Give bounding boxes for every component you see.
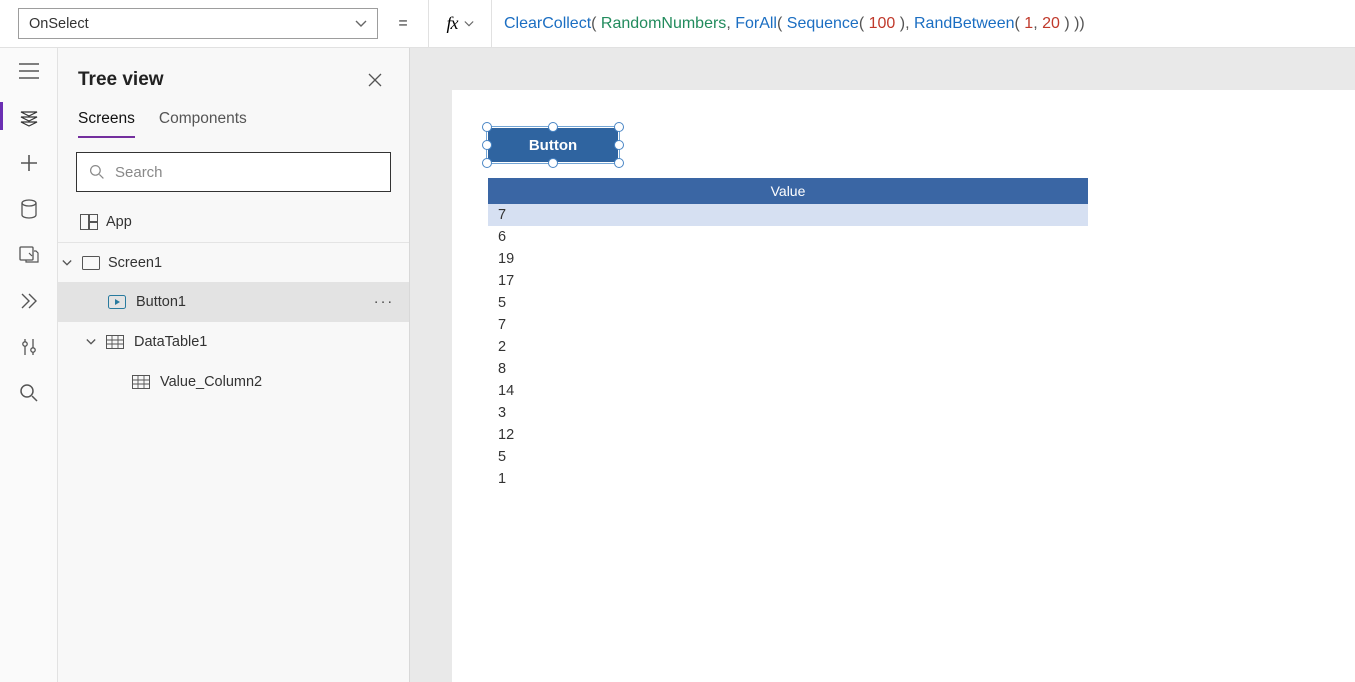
formula-token: , [726, 15, 735, 33]
left-rail [0, 48, 58, 682]
tree-node-button1[interactable]: Button1 ··· [58, 282, 409, 322]
formula-token: ( [777, 15, 787, 33]
tree-nodes: App Screen1 Button1 ··· [58, 202, 409, 682]
column-icon [130, 375, 152, 389]
resize-handle[interactable] [614, 122, 624, 132]
table-header[interactable]: Value [488, 178, 1088, 204]
more-icon[interactable]: ··· [371, 294, 397, 310]
tree-tabs: Screens Components [58, 100, 409, 138]
table-row[interactable]: 14 [488, 380, 1088, 402]
tree-title: Tree view [78, 69, 361, 91]
formula-token: , [1033, 15, 1042, 33]
formula-token: , [905, 15, 914, 33]
formula-token: ClearCollect [504, 15, 591, 33]
tab-components[interactable]: Components [159, 110, 247, 138]
tree-node-screen1[interactable]: Screen1 [58, 242, 409, 282]
chevron-down-icon[interactable] [62, 258, 80, 268]
search-input[interactable] [115, 164, 378, 181]
button-control[interactable]: Button [488, 128, 618, 162]
tree-node-value-column[interactable]: Value_Column2 [58, 362, 409, 402]
tree-node-label: Screen1 [108, 255, 162, 271]
formula-token: ) )) [1060, 15, 1085, 33]
formula-token: ( [591, 15, 601, 33]
table-row[interactable]: 8 [488, 358, 1088, 380]
chevron-down-icon[interactable] [86, 337, 104, 347]
power-automate-icon[interactable] [18, 290, 40, 312]
table-row[interactable]: 17 [488, 270, 1088, 292]
resize-handle[interactable] [482, 158, 492, 168]
resize-handle[interactable] [548, 158, 558, 168]
hamburger-icon[interactable] [18, 60, 40, 82]
table-row[interactable]: 5 [488, 292, 1088, 314]
search-icon [89, 164, 105, 180]
formula-input[interactable]: ClearCollect( RandomNumbers, ForAll( Seq… [492, 0, 1355, 47]
media-icon[interactable] [18, 244, 40, 266]
tree-node-app[interactable]: App [58, 202, 409, 242]
table-row[interactable]: 7 [488, 204, 1088, 226]
resize-handle[interactable] [614, 140, 624, 150]
fx-icon: fx [447, 13, 458, 34]
fx-button[interactable]: fx [428, 0, 492, 47]
main-area: Tree view Screens Components App [0, 48, 1355, 682]
formula-token: ( [1015, 15, 1025, 33]
tree-search[interactable] [76, 152, 391, 192]
insert-icon[interactable] [18, 152, 40, 174]
button-label: Button [529, 137, 577, 154]
screen-icon [80, 256, 102, 270]
tree-view-panel: Tree view Screens Components App [58, 48, 410, 682]
formula-token: RandomNumbers [601, 15, 726, 33]
table-row[interactable]: 3 [488, 402, 1088, 424]
tree-node-label: Value_Column2 [160, 374, 262, 390]
tree-node-label: DataTable1 [134, 334, 207, 350]
table-row[interactable]: 12 [488, 424, 1088, 446]
formula-token: 100 [869, 15, 896, 33]
canvas-area: Button Value 76191757281431251 [410, 48, 1355, 682]
screen-canvas[interactable]: Button Value 76191757281431251 [452, 90, 1355, 682]
formula-token: ) [895, 15, 905, 33]
formula-token: ForAll [735, 15, 777, 33]
resize-handle[interactable] [614, 158, 624, 168]
settings-icon[interactable] [18, 336, 40, 358]
formula-token: RandBetween [914, 15, 1015, 33]
table-row[interactable]: 19 [488, 248, 1088, 270]
selected-control[interactable]: Button [488, 128, 618, 162]
table-row[interactable]: 6 [488, 226, 1088, 248]
search-icon[interactable] [18, 382, 40, 404]
tree-node-label: App [106, 214, 132, 230]
resize-handle[interactable] [482, 122, 492, 132]
formula-token: 1 [1024, 15, 1033, 33]
chevron-down-icon [464, 19, 474, 29]
formula-token: ( [859, 15, 869, 33]
formula-token: 20 [1042, 15, 1060, 33]
close-icon[interactable] [361, 66, 389, 94]
tab-screens[interactable]: Screens [78, 110, 135, 138]
property-selector[interactable]: OnSelect [18, 8, 378, 39]
table-row[interactable]: 7 [488, 314, 1088, 336]
equals-label: = [378, 0, 428, 47]
button-control-icon [106, 295, 128, 309]
property-selector-value: OnSelect [29, 16, 89, 32]
app-icon [78, 214, 100, 230]
chevron-down-icon [355, 18, 367, 30]
table-row[interactable]: 2 [488, 336, 1088, 358]
table-row[interactable]: 1 [488, 468, 1088, 490]
table-body: 76191757281431251 [488, 204, 1088, 490]
table-row[interactable]: 5 [488, 446, 1088, 468]
formula-token: Sequence [787, 15, 859, 33]
tree-node-label: Button1 [136, 294, 186, 310]
tree-view-icon[interactable] [18, 106, 40, 128]
data-table-control[interactable]: Value 76191757281431251 [488, 178, 1088, 490]
data-icon[interactable] [18, 198, 40, 220]
resize-handle[interactable] [548, 122, 558, 132]
tree-node-datatable1[interactable]: DataTable1 [58, 322, 409, 362]
formula-bar: OnSelect = fx ClearCollect( RandomNumber… [0, 0, 1355, 48]
resize-handle[interactable] [482, 140, 492, 150]
datatable-icon [104, 335, 126, 349]
